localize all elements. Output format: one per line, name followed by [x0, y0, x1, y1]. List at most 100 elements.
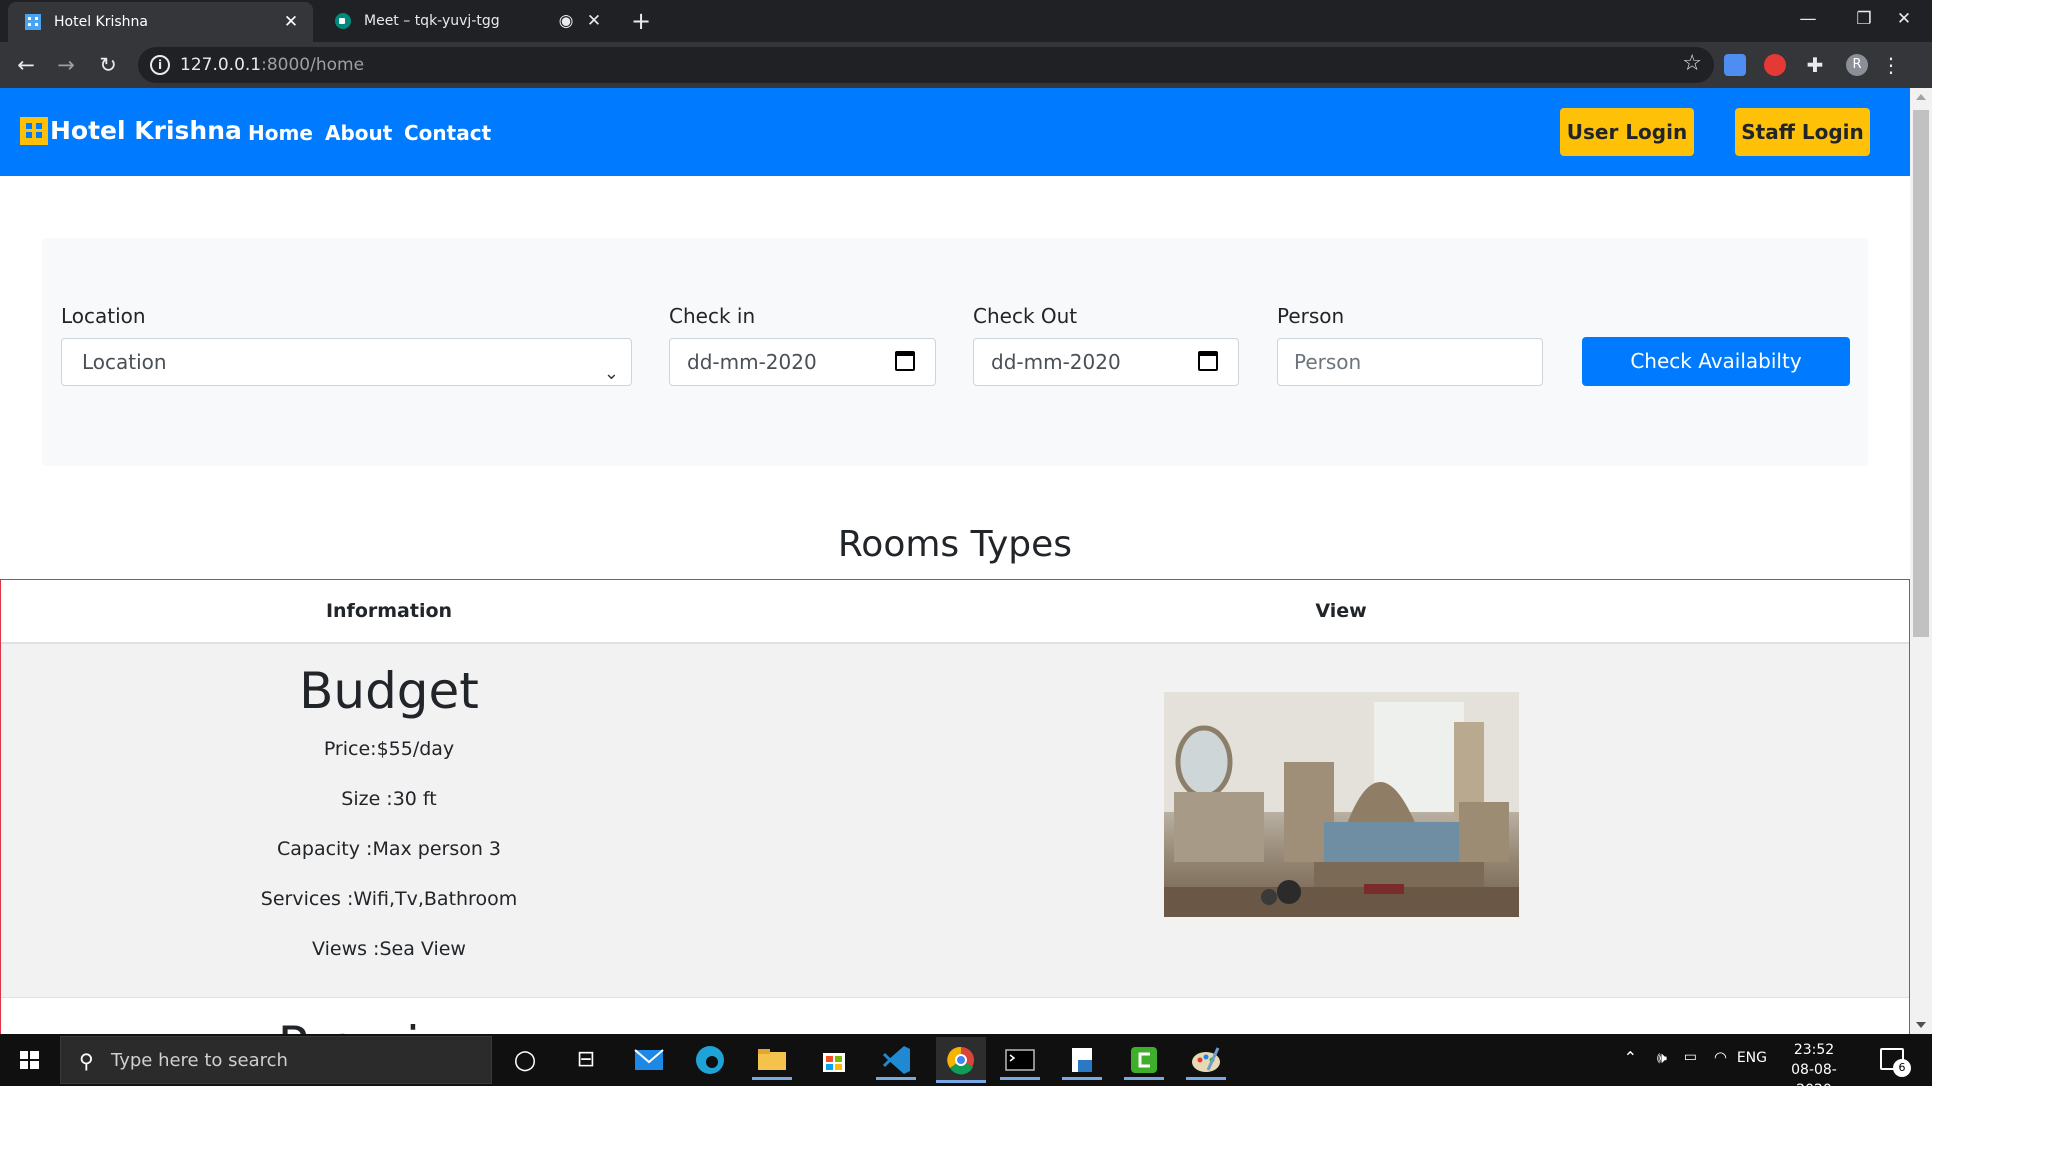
checkin-date-input[interactable]: dd-mm-2020	[669, 338, 936, 386]
url-host: 127.0.0.1	[180, 55, 262, 75]
check-availability-button[interactable]: Check Availabilty	[1582, 337, 1850, 386]
outer-margin-right	[1932, 0, 2048, 1086]
site-info-icon[interactable]: i	[150, 55, 170, 75]
reload-button[interactable]: ↻	[92, 49, 124, 81]
room-views: Views :Sea View	[312, 938, 466, 960]
wifi-icon[interactable]: ◠	[1714, 1048, 1727, 1066]
close-tab-icon[interactable]: ✕	[582, 11, 606, 31]
action-center-icon[interactable]: 6	[1880, 1048, 1911, 1077]
windows-taskbar: ⚲ Type here to search ○ ⊟ ⌃ 🕪 ▭ ◠ ENG 23…	[0, 1034, 1932, 1098]
rooms-table: Information View Budget Price:$55/day Si…	[0, 579, 1910, 1034]
scroll-down-arrow-icon[interactable]	[1916, 1022, 1926, 1028]
scroll-up-arrow-icon[interactable]	[1916, 94, 1926, 100]
checkout-date-input[interactable]: dd-mm-2020	[973, 338, 1239, 386]
table-header: Information View	[1, 580, 1909, 644]
browser-tab-bar: Hotel Krishna ✕ Meet – tqk-yuvj-tgg ◉ ✕ …	[0, 0, 1932, 42]
brand-name: Hotel Krishna	[50, 116, 242, 145]
mail-app-icon[interactable]	[629, 1040, 669, 1080]
nav-link-home[interactable]: Home	[248, 121, 313, 145]
address-bar[interactable]: i 127.0.0.1:8000/home ☆	[138, 47, 1714, 83]
extensions-puzzle-icon[interactable]: ✚	[1804, 54, 1826, 76]
browser-toolbar: ← → ↻ i 127.0.0.1:8000/home ☆ ✚ R ⋮	[0, 42, 1932, 88]
forward-button[interactable]: →	[50, 49, 82, 81]
task-view-icon[interactable]: ⊟	[566, 1040, 606, 1080]
notification-count-badge: 6	[1893, 1059, 1911, 1077]
terminal-icon[interactable]	[1000, 1040, 1040, 1080]
user-login-button[interactable]: User Login	[1560, 108, 1694, 156]
availability-search-form: Location Location ⌄ Check in dd-mm-2020 …	[42, 238, 1868, 466]
staff-login-button[interactable]: Staff Login	[1735, 108, 1870, 156]
checkin-date-value: dd-mm-2020	[687, 350, 817, 374]
taskbar-search-placeholder: Type here to search	[111, 1050, 288, 1071]
table-row: Premium	[1, 998, 1909, 1034]
tab-hotel-krishna[interactable]: Hotel Krishna ✕	[8, 2, 313, 42]
room-price: Price:$55/day	[323, 738, 455, 760]
tab-title: Hotel Krishna	[54, 14, 148, 30]
paint-app-icon[interactable]	[1186, 1040, 1226, 1080]
hotel-favicon-icon	[24, 13, 42, 31]
back-button[interactable]: ←	[10, 49, 42, 81]
show-hidden-icons-chevron-icon[interactable]: ⌃	[1624, 1048, 1637, 1067]
brand-link[interactable]: Hotel Krishna	[20, 116, 242, 145]
minimize-window-button[interactable]: —	[1780, 0, 1836, 38]
checkout-date-value: dd-mm-2020	[991, 350, 1121, 374]
checkin-label: Check in	[669, 304, 756, 328]
location-label: Location	[61, 304, 146, 328]
browser-menu-icon[interactable]: ⋮	[1880, 54, 1902, 76]
page-scrollbar[interactable]	[1910, 88, 1932, 1034]
person-label: Person	[1277, 304, 1345, 328]
camtasia-icon[interactable]	[1124, 1040, 1164, 1080]
input-language[interactable]: ENG	[1737, 1050, 1767, 1066]
translate-extension-icon[interactable]	[1724, 54, 1746, 76]
chrome-browser-icon[interactable]	[936, 1037, 986, 1083]
url-text: 127.0.0.1:8000/home	[180, 55, 364, 75]
outer-margin-bottom	[0, 1086, 2048, 1152]
room-photo	[1164, 692, 1519, 917]
location-select[interactable]: Location ⌄	[61, 338, 632, 386]
screen: Hotel Krishna ✕ Meet – tqk-yuvj-tgg ◉ ✕ …	[0, 0, 2048, 1152]
person-input[interactable]: Person	[1277, 338, 1543, 386]
column-header-view: View	[1315, 600, 1367, 622]
close-window-button[interactable]: ✕	[1876, 0, 1932, 38]
tab-meet[interactable]: Meet – tqk-yuvj-tgg ◉ ✕	[318, 0, 616, 42]
start-button[interactable]	[0, 1034, 60, 1086]
calendar-icon[interactable]	[1198, 351, 1218, 371]
tab-title: Meet – tqk-yuvj-tgg	[364, 13, 500, 29]
bookmark-star-icon[interactable]: ☆	[1682, 51, 1702, 76]
rooms-section-title: Rooms Types	[837, 524, 1073, 565]
room-type-name: Budget	[299, 662, 479, 720]
location-select-value: Location	[82, 350, 167, 374]
hotel-logo-icon	[20, 116, 48, 145]
person-placeholder: Person	[1294, 350, 1362, 374]
clock-time: 23:52	[1793, 1042, 1835, 1058]
close-tab-icon[interactable]: ✕	[279, 12, 303, 32]
notepad-icon[interactable]	[1062, 1040, 1102, 1080]
table-row: Budget Price:$55/day Size :30 ft Capacit…	[1, 644, 1909, 998]
adblock-extension-icon[interactable]	[1764, 54, 1786, 76]
cortana-icon[interactable]: ○	[505, 1040, 545, 1080]
edge-browser-icon[interactable]	[690, 1040, 730, 1080]
volume-icon[interactable]: 🕪	[1657, 1048, 1667, 1068]
room-size: Size :30 ft	[341, 788, 437, 810]
meet-favicon-icon	[334, 12, 352, 30]
profile-avatar[interactable]: R	[1846, 54, 1868, 76]
nav-link-contact[interactable]: Contact	[404, 121, 491, 145]
nav-link-about[interactable]: About	[325, 121, 392, 145]
calendar-icon[interactable]	[895, 351, 915, 371]
scrollbar-thumb[interactable]	[1913, 110, 1929, 637]
chevron-down-icon: ⌄	[603, 363, 619, 384]
page-viewport: Hotel Krishna Home About Contact User Lo…	[0, 88, 1910, 1034]
url-path: :8000/home	[261, 55, 365, 75]
battery-icon[interactable]: ▭	[1684, 1049, 1697, 1065]
taskbar-search[interactable]: ⚲ Type here to search	[60, 1036, 492, 1084]
room-capacity: Capacity :Max person 3	[276, 838, 502, 860]
store-app-icon[interactable]	[814, 1040, 854, 1080]
recording-indicator-icon: ◉	[558, 11, 574, 31]
checkout-label: Check Out	[973, 304, 1078, 328]
file-explorer-icon[interactable]	[752, 1040, 792, 1080]
room-type-name: Premium	[1, 1016, 777, 1034]
vscode-icon[interactable]	[876, 1040, 916, 1080]
new-tab-button[interactable]: +	[626, 6, 656, 36]
site-navbar: Hotel Krishna Home About Contact User Lo…	[0, 88, 1910, 176]
column-header-information: Information	[325, 600, 453, 622]
